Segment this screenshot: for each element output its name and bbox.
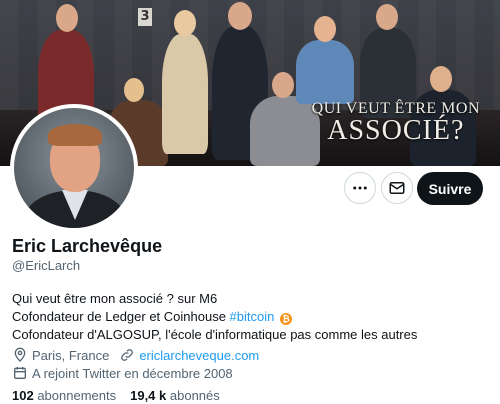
followers-count: 19,4 k bbox=[130, 388, 167, 403]
profile-joined: A rejoint Twitter en décembre 2008 bbox=[12, 365, 233, 381]
bio-line-2: Cofondateur de Ledger et Coinhouse #bitc… bbox=[12, 308, 417, 326]
website-link[interactable]: ericlarcheveque.com bbox=[139, 348, 259, 363]
show-title-overlay: QUI VEUT ÊTRE MON ASSOCIÉ? bbox=[312, 100, 480, 146]
banner-person bbox=[250, 96, 320, 166]
following-label: abonnements bbox=[37, 388, 117, 403]
profile-meta: Paris, France ericlarcheveque.com A rejo… bbox=[12, 346, 269, 382]
banner-person-head bbox=[228, 2, 252, 30]
profile-stats: 102 abonnements 19,4 k abonnés bbox=[12, 388, 220, 403]
joined-text: A rejoint Twitter en décembre 2008 bbox=[32, 365, 233, 381]
avatar-hair bbox=[48, 124, 102, 146]
bitcoin-hashtag-link[interactable]: #bitcoin bbox=[230, 309, 275, 324]
more-options-button[interactable] bbox=[344, 172, 376, 204]
followers-link[interactable]: 19,4 k abonnés bbox=[130, 388, 220, 403]
location-text: Paris, France bbox=[32, 347, 110, 363]
message-button[interactable] bbox=[381, 172, 413, 204]
location-pin-icon bbox=[14, 347, 26, 362]
following-link[interactable]: 102 abonnements bbox=[12, 388, 116, 403]
bio-line-3: Cofondateur d'ALGOSUP, l'école d'informa… bbox=[12, 327, 418, 342]
bio-line-2-text: Cofondateur de Ledger et Coinhouse bbox=[12, 309, 230, 324]
banner-person-head bbox=[272, 72, 294, 98]
bitcoin-emoji-icon: ₿ bbox=[279, 313, 292, 325]
banner-person bbox=[296, 40, 354, 104]
show-title-line2: ASSOCIÉ? bbox=[327, 115, 465, 146]
followers-label: abonnés bbox=[169, 388, 220, 403]
profile-bio: Qui veut être mon associé ? sur M6 Cofon… bbox=[12, 290, 417, 344]
more-horizontal-icon bbox=[353, 186, 367, 190]
mail-icon bbox=[389, 182, 405, 194]
calendar-icon bbox=[14, 367, 26, 379]
profile-location: Paris, France bbox=[12, 347, 109, 363]
banner-person-head bbox=[376, 4, 398, 30]
profile-name: Eric Larchevêque bbox=[12, 236, 163, 256]
banner-person-head bbox=[174, 10, 196, 36]
banner-person-head bbox=[56, 4, 78, 32]
banner-person-head bbox=[124, 78, 144, 102]
profile-handle: @EricLarch bbox=[12, 258, 81, 273]
following-count: 102 bbox=[12, 388, 34, 403]
bio-line-1: Qui veut être mon associé ? sur M6 bbox=[12, 291, 218, 306]
banner-person bbox=[162, 34, 208, 154]
profile-avatar[interactable] bbox=[10, 104, 138, 232]
link-icon bbox=[121, 349, 134, 361]
profile-website[interactable]: ericlarcheveque.com bbox=[119, 347, 259, 363]
follow-button[interactable]: Suivre bbox=[417, 172, 483, 205]
banner-person-head bbox=[314, 16, 336, 42]
banner-wall-number: 3 bbox=[138, 8, 152, 26]
banner-person-head bbox=[430, 66, 452, 92]
